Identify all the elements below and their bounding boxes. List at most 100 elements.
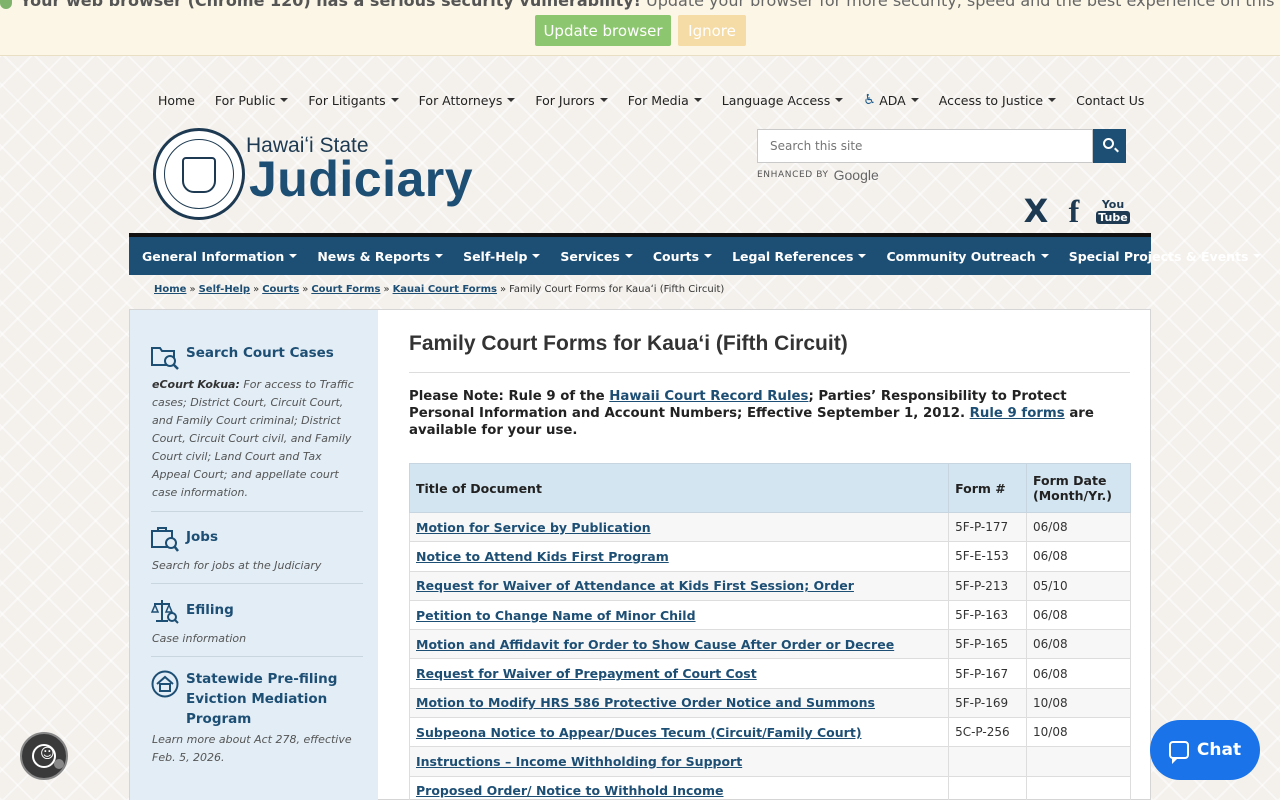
table-header-row: Title of Document Form # Form Date (Mont… xyxy=(408,463,1131,513)
sidebar-item-title[interactable]: Search Court Cases xyxy=(186,343,334,363)
youtube-label-top: You xyxy=(1101,197,1125,211)
top-nav-label: For Public xyxy=(214,92,276,108)
facebook-icon[interactable]: f xyxy=(1063,193,1085,229)
ignore-button[interactable]: Ignore xyxy=(678,15,746,46)
sidebar-divider xyxy=(151,583,363,584)
top-nav-for-public[interactable]: For Public xyxy=(205,90,299,110)
hawaii-court-record-rules-link[interactable]: Hawaii Court Record Rules xyxy=(609,389,808,404)
sidebar-item-desc: Learn more about Act 278, effective Feb.… xyxy=(152,733,352,764)
main-nav-label: Legal References xyxy=(732,248,854,264)
accessibility-widget-button[interactable]: ☺ xyxy=(20,732,68,780)
breadcrumb-courts[interactable]: Courts xyxy=(262,284,299,295)
scales-icon xyxy=(151,600,179,624)
main-nav-services[interactable]: Services xyxy=(550,249,642,264)
sidebar-divider xyxy=(151,656,363,657)
breadcrumb-court-forms[interactable]: Court Forms xyxy=(311,284,380,295)
breadcrumb: Home» Self-Help» Courts» Court Forms» Kauai … xyxy=(154,284,724,295)
youtube-icon[interactable]: You Tube xyxy=(1096,195,1130,227)
document-link[interactable]: Request for Waiver of Prepayment of Cour… xyxy=(408,658,950,689)
breadcrumb-home[interactable]: Home xyxy=(154,284,186,295)
document-link[interactable]: Motion for Service by Publication xyxy=(408,511,950,543)
caret-down-icon xyxy=(532,254,541,258)
form-number xyxy=(948,746,1027,777)
sidebar-divider xyxy=(151,511,363,512)
form-date: 06/08 xyxy=(1026,658,1131,689)
security-banner-text: Your web browser (Chrome 120) has a seri… xyxy=(0,0,1280,10)
main-nav-general-information[interactable]: General Information xyxy=(132,249,307,264)
main-nav-community-outreach[interactable]: Community Outreach xyxy=(876,249,1058,264)
logo-text-big[interactable]: Judiciary xyxy=(249,150,473,208)
form-number: 5F-P-163 xyxy=(948,599,1027,631)
chat-label: Chat xyxy=(1196,740,1242,760)
chat-button[interactable]: Chat xyxy=(1150,720,1260,780)
form-date: 06/08 xyxy=(1026,511,1131,543)
main-nav-legal-references[interactable]: Legal References xyxy=(722,249,876,264)
document-link[interactable]: Proposed Order/ Notice to Withhold Incom… xyxy=(408,775,950,800)
form-date xyxy=(1026,746,1131,777)
search-input[interactable] xyxy=(757,129,1093,163)
top-nav-label: For Jurors xyxy=(535,92,595,108)
table-row: Instructions – Income Withholding for Su… xyxy=(408,746,1131,777)
breadcrumb-self-help[interactable]: Self-Help xyxy=(199,284,250,295)
security-warning-bold: Your web browser (Chrome 120) has a seri… xyxy=(20,0,641,10)
document-link[interactable]: Request for Waiver of Attendance at Kids… xyxy=(408,570,950,601)
briefcase-search-icon xyxy=(151,527,179,552)
document-link[interactable]: Subpeona Notice to Appear/Duces Tecum (C… xyxy=(408,717,950,748)
document-link[interactable]: Motion and Affidavit for Order to Show C… xyxy=(408,629,950,660)
document-link[interactable]: Motion to Modify HRS 586 Protective Orde… xyxy=(408,687,950,719)
top-nav-label: Home xyxy=(158,92,195,108)
search-button[interactable] xyxy=(1093,129,1126,163)
top-nav-for-attorneys[interactable]: For Attorneys xyxy=(409,90,526,110)
caret-down-icon xyxy=(599,98,608,102)
top-nav-for-media[interactable]: For Media xyxy=(618,90,712,110)
top-nav-home[interactable]: Home xyxy=(148,90,205,110)
security-banner: Your web browser (Chrome 120) has a seri… xyxy=(0,0,1280,56)
main-nav-courts[interactable]: Courts xyxy=(643,249,722,264)
table-row: Petition to Change Name of Minor Child 5F… xyxy=(408,599,1131,631)
chat-bubble-icon xyxy=(1168,741,1189,764)
top-nav-ada[interactable]: ♿ ADA xyxy=(853,90,929,110)
caret-down-icon xyxy=(910,98,919,102)
top-nav-for-jurors[interactable]: For Jurors xyxy=(525,90,617,110)
column-header-title: Title of Document xyxy=(408,463,950,513)
form-number: 5F-P-165 xyxy=(948,629,1027,660)
caret-down-icon xyxy=(835,98,844,102)
caret-down-icon xyxy=(624,254,633,258)
rule-9-note: Please Note: Rule 9 of the Hawaii Court … xyxy=(409,388,1134,439)
main-nav-label: Self-Help xyxy=(463,248,528,264)
form-number: 5F-P-213 xyxy=(948,570,1027,601)
breadcrumb-kauai-court-forms[interactable]: Kauai Court Forms xyxy=(393,284,497,295)
document-link[interactable]: Notice to Attend Kids First Program xyxy=(408,541,950,572)
wheelchair-icon: ♿ xyxy=(863,92,876,108)
person-icon: ☺ xyxy=(40,746,55,762)
sidebar-item-desc-text: For access to Traffic cases; District Co… xyxy=(152,378,354,499)
page-title: Family Court Forms for Kauaʻi (Fifth Cir… xyxy=(409,332,848,355)
sidebar-item-title[interactable]: Statewide Pre-filing Eviction Mediation … xyxy=(186,669,356,729)
document-link[interactable]: Petition to Change Name of Minor Child xyxy=(408,599,950,631)
main-nav-self-help[interactable]: Self-Help xyxy=(453,249,550,264)
main-nav-news-reports[interactable]: News & Reports xyxy=(307,249,453,264)
caret-down-icon xyxy=(1048,98,1057,102)
main-nav-special-projects-events[interactable]: Special Projects & Events xyxy=(1059,249,1272,264)
top-nav-contact-us[interactable]: Contact Us xyxy=(1066,90,1154,110)
column-header-form-number: Form # xyxy=(948,463,1027,513)
top-nav-access-to-justice[interactable]: Access to Justice xyxy=(929,90,1066,110)
folder-search-icon xyxy=(151,347,179,370)
sidebar-item-title[interactable]: Jobs xyxy=(186,527,218,547)
x-twitter-icon[interactable]: X xyxy=(1020,192,1052,230)
rule-9-forms-link[interactable]: Rule 9 forms xyxy=(970,406,1065,421)
caret-down-icon xyxy=(858,254,867,258)
top-nav-for-litigants[interactable]: For Litigants xyxy=(298,90,408,110)
close-icon[interactable] xyxy=(54,759,64,769)
judiciary-seal-logo[interactable] xyxy=(153,128,245,220)
enhanced-by-label: ENHANCED BY xyxy=(757,170,829,180)
main-nav-label: Services xyxy=(560,248,620,264)
top-nav-language-access[interactable]: Language Access xyxy=(712,90,853,110)
form-number: 5F-E-153 xyxy=(948,541,1027,572)
google-logo: Google xyxy=(833,167,879,183)
top-nav-label: Access to Justice xyxy=(938,92,1044,108)
update-browser-button[interactable]: Update browser xyxy=(535,15,671,46)
top-nav-label: Contact Us xyxy=(1076,92,1145,108)
sidebar-item-title[interactable]: Efiling xyxy=(186,600,234,620)
document-link[interactable]: Instructions – Income Withholding for Su… xyxy=(408,746,950,777)
